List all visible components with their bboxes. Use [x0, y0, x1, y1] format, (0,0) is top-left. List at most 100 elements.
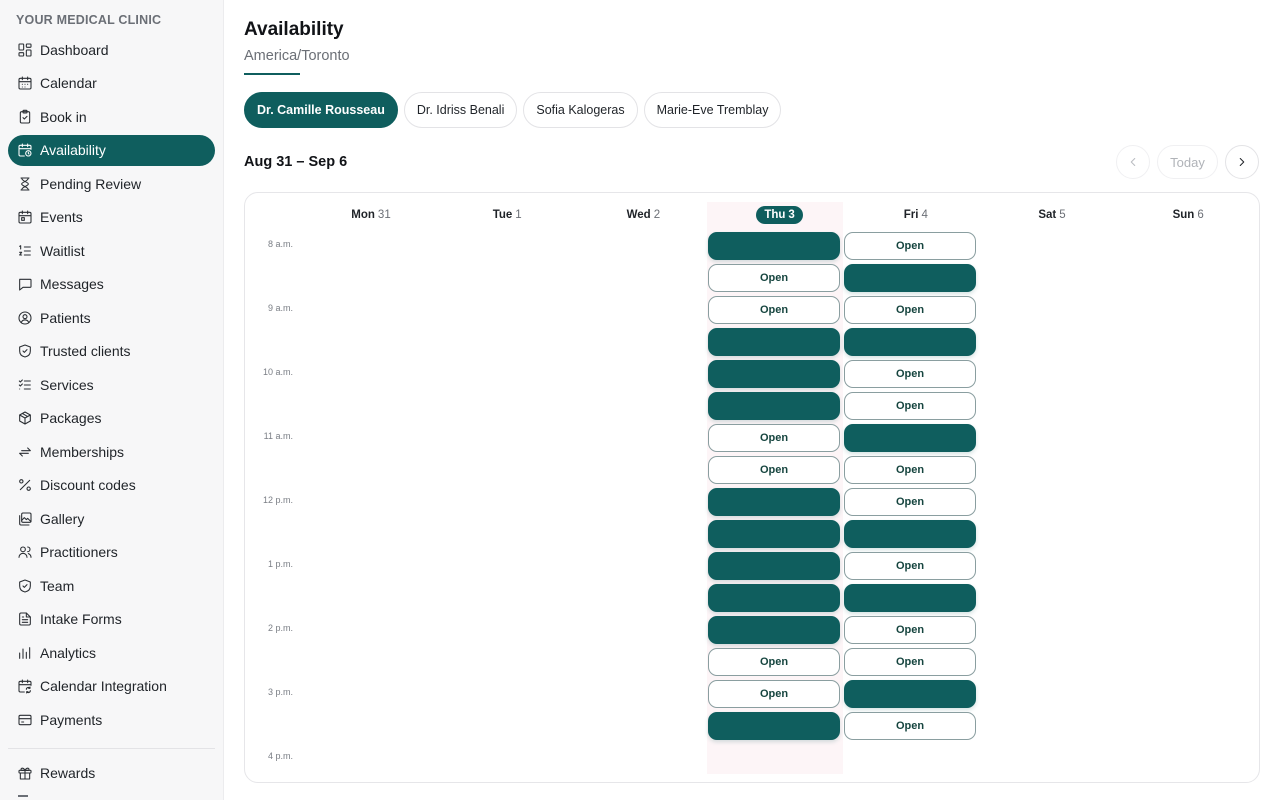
day-name: Wed	[626, 209, 651, 221]
booked-slot[interactable]	[844, 328, 976, 356]
prev-week-button[interactable]	[1116, 145, 1150, 179]
day-header-fri: Fri 4	[848, 209, 984, 221]
booked-slot[interactable]	[708, 552, 840, 580]
open-slot[interactable]: Open	[844, 392, 976, 420]
sidebar-item-services[interactable]: Services	[8, 369, 215, 400]
booked-slot[interactable]	[708, 232, 840, 260]
sidebar-item-gallery[interactable]: Gallery	[8, 503, 215, 534]
sidebar-item-book-in[interactable]: Book in	[8, 101, 215, 132]
chevron-right-icon	[1239, 157, 1245, 167]
sidebar-item-practitioners[interactable]: Practitioners	[8, 537, 215, 568]
users-icon	[16, 543, 34, 561]
day-name: Thu	[764, 209, 786, 221]
sidebar-item-label: Calendar	[40, 75, 97, 91]
open-slot[interactable]: Open	[844, 360, 976, 388]
open-slot[interactable]: Open	[844, 616, 976, 644]
sidebar-item-messages[interactable]: Messages	[8, 269, 215, 300]
day-number: 2	[653, 209, 661, 221]
sidebar-item-label: Services	[40, 376, 94, 393]
next-week-button[interactable]	[1225, 145, 1259, 179]
shield-icon	[16, 577, 34, 595]
open-slot[interactable]: Open	[708, 424, 840, 452]
user-circle-icon	[16, 309, 34, 327]
hour-label: 3 p.m.	[267, 687, 293, 697]
message-icon	[16, 275, 34, 293]
sidebar-item-intake-forms[interactable]: Intake Forms	[8, 604, 215, 635]
sidebar-item-label: Discount codes	[40, 477, 136, 493]
open-slot[interactable]: Open	[844, 296, 976, 324]
booked-slot[interactable]	[708, 616, 840, 644]
hour-label: 1 p.m.	[267, 559, 293, 569]
booked-slot[interactable]	[844, 520, 976, 548]
day-header-wed: Wed 2	[575, 209, 711, 221]
day-name: Sat	[1038, 209, 1057, 221]
practitioner-pill-dr-idriss-benali[interactable]: Dr. Idriss Benali	[403, 92, 518, 128]
open-slot[interactable]: Open	[844, 232, 976, 260]
practitioner-pill-sofia-kalogeras[interactable]: Sofia Kalogeras	[523, 92, 638, 128]
hour-label: 8 a.m.	[267, 239, 293, 249]
sidebar-item-label: Trusted clients	[40, 343, 131, 359]
practitioner-selector: Dr. Camille Rousseau Dr. Idriss Benali Sof…	[244, 92, 787, 128]
open-slot[interactable]: Open	[844, 648, 976, 676]
day-name: Sun	[1172, 209, 1195, 221]
sidebar-item-label: Dashboard	[40, 41, 109, 58]
booked-slot[interactable]	[708, 360, 840, 388]
sidebar-item-packages[interactable]: Packages	[8, 403, 215, 434]
sidebar-item-dashboard[interactable]: Dashboard	[8, 34, 215, 65]
booked-slot[interactable]	[708, 328, 840, 356]
booked-slot[interactable]	[844, 584, 976, 612]
sidebar-item-events[interactable]: Events	[8, 202, 215, 233]
booked-slot[interactable]	[844, 680, 976, 708]
today-button[interactable]: Today	[1157, 145, 1218, 179]
sidebar-nav: Dashboard Calendar Book in Availability Pend…	[8, 34, 215, 738]
hour-label: 12 p.m.	[262, 495, 293, 505]
sidebar-item-label: Book in	[40, 108, 87, 125]
sidebar-item-payments[interactable]: Payments	[8, 704, 215, 735]
sidebar-item-label: Events	[40, 209, 83, 225]
open-slot[interactable]: Open	[708, 456, 840, 484]
open-slot[interactable]: Open	[708, 680, 840, 708]
booked-slot[interactable]	[708, 712, 840, 740]
open-slot[interactable]: Open	[844, 456, 976, 484]
booked-slot[interactable]	[708, 584, 840, 612]
day-label: Fri 4	[904, 209, 928, 221]
sidebar-item-label: Messages	[40, 276, 104, 292]
list-ordered-icon	[16, 242, 34, 260]
sidebar-item-waitlist[interactable]: Waitlist	[8, 235, 215, 266]
calendar-clock-icon	[16, 141, 34, 159]
sidebar-item-memberships[interactable]: Memberships	[8, 436, 215, 467]
tab-timezone[interactable]: America/Toronto	[244, 48, 350, 64]
open-slot[interactable]: Open	[708, 264, 840, 292]
open-slot[interactable]: Open	[708, 296, 840, 324]
sidebar-item-label: Availability	[40, 142, 106, 158]
booked-slot[interactable]	[844, 424, 976, 452]
booked-slot[interactable]	[844, 264, 976, 292]
open-slot[interactable]: Open	[844, 552, 976, 580]
sidebar-item-discount-codes[interactable]: Discount codes	[8, 470, 215, 501]
clinic-name: YOUR MEDICAL CLINIC	[16, 13, 162, 27]
more-indicator	[18, 795, 28, 797]
sidebar-item-label: Calendar Integration	[40, 678, 167, 694]
sidebar-item-availability[interactable]: Availability	[8, 134, 215, 166]
sidebar-item-trusted-clients[interactable]: Trusted clients	[8, 336, 215, 367]
day-header-sun: Sun 6	[1120, 209, 1256, 221]
open-slot[interactable]: Open	[708, 648, 840, 676]
booked-slot[interactable]	[708, 392, 840, 420]
booked-slot[interactable]	[708, 488, 840, 516]
sidebar-item-team[interactable]: Team	[8, 570, 215, 601]
booked-slot[interactable]	[708, 520, 840, 548]
open-slot[interactable]: Open	[844, 488, 976, 516]
sidebar-item-rewards[interactable]: Rewards	[8, 757, 215, 788]
sidebar-item-pending-review[interactable]: Pending Review	[8, 168, 215, 199]
day-header-thu: Thu 3	[712, 206, 848, 224]
sidebar-item-patients[interactable]: Patients	[8, 302, 215, 333]
calendar-icon	[16, 74, 34, 92]
practitioner-pill-marie-eve-tremblay[interactable]: Marie-Eve Tremblay	[643, 92, 782, 128]
sidebar-item-analytics[interactable]: Analytics	[8, 637, 215, 668]
sidebar-item-calendar-integration[interactable]: Calendar Integration	[8, 671, 215, 702]
open-slot[interactable]: Open	[844, 712, 976, 740]
sidebar-item-calendar[interactable]: Calendar	[8, 68, 215, 99]
sidebar-item-label: Analytics	[40, 644, 97, 661]
practitioner-pill-dr-camille-rousseau[interactable]: Dr. Camille Rousseau	[244, 92, 398, 128]
hour-label: 9 a.m.	[267, 303, 293, 313]
